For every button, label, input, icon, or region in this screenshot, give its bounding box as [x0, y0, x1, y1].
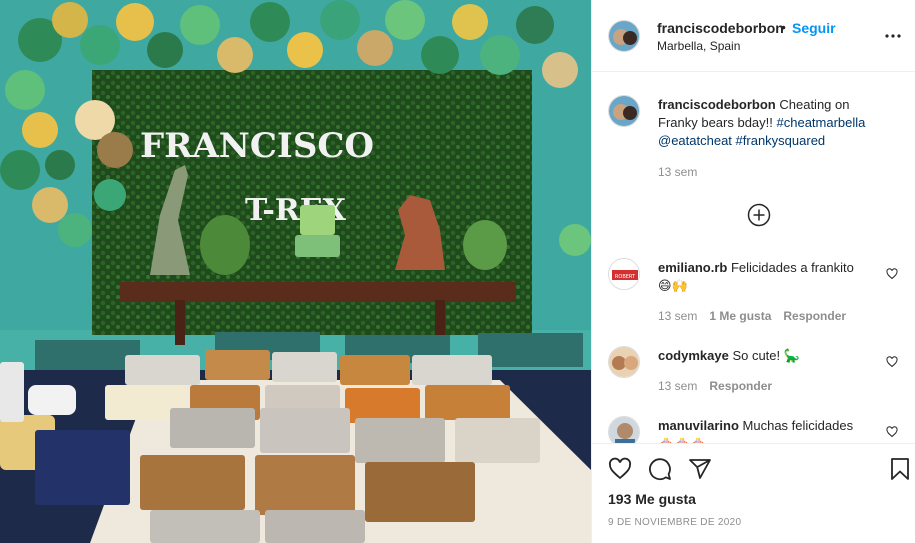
- caption-username[interactable]: franciscodeborbon: [658, 97, 776, 112]
- comment-likes[interactable]: 1 Me gusta: [709, 309, 771, 323]
- comment-text: codymkaye So cute! 🦕: [658, 347, 881, 366]
- comment-username[interactable]: emiliano.rb: [658, 260, 727, 275]
- avatar[interactable]: [608, 95, 640, 127]
- avatar[interactable]: [608, 346, 640, 378]
- post-side-panel: franciscodeborbon • Seguir Marbella, Spa…: [591, 0, 915, 543]
- comment-text: manuvilarino Muchas felicidades🎂🎂🎂: [658, 417, 881, 443]
- avatar[interactable]: [608, 416, 640, 443]
- post-author-username[interactable]: franciscodeborbon: [657, 20, 784, 36]
- comment-meta: 13 sem Responder: [658, 379, 784, 393]
- post-actions: 193 Me gusta 9 DE NOVIEMBRE DE 2020: [592, 443, 915, 543]
- caption-tag[interactable]: @eatatcheat: [658, 133, 732, 148]
- caption-tag[interactable]: #cheatmarbella: [777, 115, 866, 130]
- more-options-icon[interactable]: [885, 28, 901, 44]
- caption-tag[interactable]: #frankysquared: [736, 133, 826, 148]
- share-icon[interactable]: [688, 457, 712, 481]
- comment-time[interactable]: 13 sem: [658, 379, 697, 393]
- comment-body: Felicidades a frankito: [727, 260, 854, 275]
- post-location[interactable]: Marbella, Spain: [657, 39, 740, 53]
- post-date[interactable]: 9 DE NOVIEMBRE DE 2020: [608, 517, 741, 528]
- heart-icon[interactable]: [608, 457, 632, 481]
- heart-icon[interactable]: [886, 356, 898, 368]
- caption-text: franciscodeborbon Cheating on Franky bea…: [658, 96, 881, 150]
- caption-time[interactable]: 13 sem: [658, 165, 697, 179]
- reply-button[interactable]: Responder: [709, 379, 772, 393]
- avatar-image: ROBERT: [609, 259, 639, 289]
- comment-emoji: 🦕: [783, 349, 800, 364]
- comment-body: So cute!: [728, 348, 784, 363]
- plus-circle-icon[interactable]: [747, 203, 771, 227]
- comment-username[interactable]: manuvilarino: [658, 418, 739, 433]
- avatar[interactable]: [608, 20, 640, 52]
- heart-icon[interactable]: [886, 268, 898, 280]
- likes-count[interactable]: 193 Me gusta: [608, 491, 696, 507]
- avatar-image: [609, 96, 639, 126]
- post-header: franciscodeborbon • Seguir Marbella, Spa…: [592, 0, 915, 72]
- avatar-image: [609, 417, 639, 443]
- avatar-image: [609, 21, 639, 51]
- comment-meta: 13 sem 1 Me gusta Responder: [658, 309, 858, 323]
- comment-body: Muchas felicidades: [738, 418, 854, 433]
- comments-list[interactable]: franciscodeborbon Cheating on Franky bea…: [592, 73, 915, 443]
- party-photo-illustration: FRANCISCO T-REX: [0, 0, 591, 543]
- reply-button[interactable]: Responder: [783, 309, 846, 323]
- post-photo[interactable]: FRANCISCO T-REX: [0, 0, 591, 543]
- avatar[interactable]: ROBERT: [608, 258, 640, 290]
- comment-text: emiliano.rb Felicidades a frankito 😄🙌: [658, 259, 881, 296]
- follow-button[interactable]: Seguir: [792, 20, 836, 36]
- banner-text: FRANCISCO: [140, 126, 374, 166]
- caption-meta: 13 sem: [658, 165, 709, 179]
- comment-time[interactable]: 13 sem: [658, 309, 697, 323]
- bookmark-icon[interactable]: [888, 457, 912, 481]
- follow-separator: •: [781, 19, 786, 35]
- comment-username[interactable]: codymkaye: [658, 348, 729, 363]
- avatar-image: [609, 347, 639, 377]
- svg-text:ROBERT: ROBERT: [615, 274, 636, 280]
- heart-icon[interactable]: [886, 426, 898, 438]
- comment-emoji: 😄🙌: [658, 279, 688, 294]
- comment-icon[interactable]: [648, 457, 672, 481]
